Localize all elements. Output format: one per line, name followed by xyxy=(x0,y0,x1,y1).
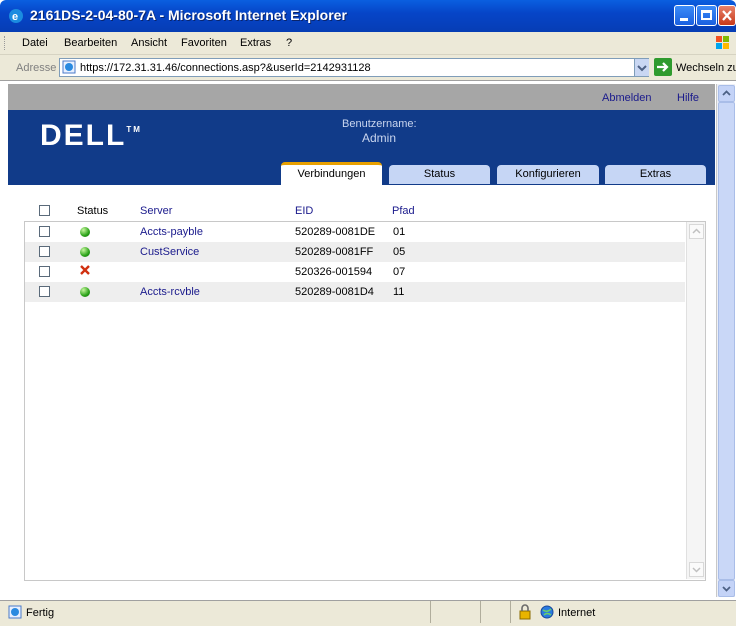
address-dropdown-button[interactable] xyxy=(634,59,649,76)
row-checkbox[interactable] xyxy=(39,246,50,257)
status-online-icon xyxy=(80,287,90,297)
chevron-up-icon xyxy=(692,228,701,234)
status-bar xyxy=(0,600,736,626)
menu-ansicht[interactable]: Ansicht xyxy=(131,37,167,49)
column-header-pfad[interactable]: Pfad xyxy=(392,205,415,217)
status-online-icon xyxy=(80,227,90,237)
column-header-status: Status xyxy=(77,205,109,217)
tab-status[interactable]: Status xyxy=(389,165,490,184)
eid-cell: 520289-0081DE xyxy=(295,226,376,238)
tab-extras[interactable]: Extras xyxy=(605,165,706,184)
scroll-up-button[interactable] xyxy=(689,224,704,239)
menu-datei[interactable]: Datei xyxy=(22,37,48,49)
menu-grip xyxy=(4,36,8,50)
page-scroll-down-button[interactable] xyxy=(718,580,735,597)
eid-cell: 520289-0081D4 xyxy=(295,286,374,298)
username-label: Benutzername: xyxy=(342,118,417,130)
close-button[interactable] xyxy=(718,5,736,26)
column-header-server[interactable]: Server xyxy=(140,205,172,217)
path-cell: 05 xyxy=(393,246,406,258)
menu-bar: Datei Bearbeiten Ansicht Favoriten Extra… xyxy=(0,32,736,55)
chevron-down-icon xyxy=(722,586,731,592)
server-link[interactable]: Accts-payble xyxy=(140,226,203,238)
row-checkbox[interactable] xyxy=(39,266,50,277)
minimize-button[interactable] xyxy=(674,5,695,26)
chevron-down-icon xyxy=(637,65,647,72)
tab-konfigurieren[interactable]: Konfigurieren xyxy=(497,165,599,184)
zone-text: Internet xyxy=(558,607,596,619)
dell-logo: DELLTM xyxy=(40,119,142,152)
maximize-button[interactable] xyxy=(696,5,717,26)
path-cell: 01 xyxy=(393,226,406,238)
maximize-icon xyxy=(701,10,712,20)
scroll-down-button[interactable] xyxy=(689,562,704,577)
go-label[interactable]: Wechseln zu xyxy=(676,62,736,74)
select-all-checkbox[interactable] xyxy=(39,205,50,216)
page-done-icon xyxy=(8,605,22,619)
chevron-up-icon xyxy=(722,90,731,96)
table-scrollbar[interactable] xyxy=(686,222,705,579)
minimize-icon xyxy=(680,18,688,21)
row-checkbox[interactable] xyxy=(39,226,50,237)
menu-favoriten[interactable]: Favoriten xyxy=(181,37,227,49)
close-icon xyxy=(722,10,732,21)
arrow-right-icon xyxy=(657,62,669,72)
internet-globe-icon xyxy=(540,605,554,619)
path-cell: 07 xyxy=(393,266,406,278)
lock-icon[interactable] xyxy=(518,604,532,620)
row-checkbox[interactable] xyxy=(39,286,50,297)
address-label: Adresse xyxy=(16,62,57,74)
page-icon xyxy=(62,60,76,74)
title-bar: e 2161DS-2-04-80-7A - Microsoft Internet… xyxy=(0,0,736,32)
svg-text:e: e xyxy=(12,11,18,23)
server-link[interactable]: CustService xyxy=(140,246,199,258)
status-offline-icon xyxy=(79,263,91,280)
status-divider xyxy=(480,601,481,623)
ie-icon: e xyxy=(8,8,24,24)
page-scrollbar[interactable] xyxy=(716,84,735,597)
chevron-down-icon xyxy=(692,567,701,573)
windows-flag-icon xyxy=(714,34,732,52)
server-link[interactable]: Accts-rcvble xyxy=(140,286,200,298)
menu-bearbeiten[interactable]: Bearbeiten xyxy=(64,37,117,49)
menu-help[interactable]: ? xyxy=(286,37,292,49)
status-text: Fertig xyxy=(26,607,55,619)
go-button[interactable] xyxy=(654,58,672,76)
status-divider xyxy=(510,601,511,623)
column-header-eid[interactable]: EID xyxy=(295,205,313,217)
logout-link[interactable]: Abmelden xyxy=(602,92,652,104)
eid-cell: 520326-001594 xyxy=(295,266,373,278)
page-scroll-thumb[interactable] xyxy=(718,102,735,580)
eid-cell: 520289-0081FF xyxy=(295,246,374,258)
tab-verbindungen[interactable]: Verbindungen xyxy=(281,162,382,186)
status-divider xyxy=(430,601,431,623)
help-link[interactable]: Hilfe xyxy=(677,92,699,104)
path-cell: 11 xyxy=(393,286,405,298)
status-online-icon xyxy=(80,247,90,257)
window-title: 2161DS-2-04-80-7A - Microsoft Internet E… xyxy=(30,7,347,23)
page-scroll-up-button[interactable] xyxy=(718,85,735,102)
username-value: Admin xyxy=(362,131,397,145)
address-url: https://172.31.31.46/connections.asp?&us… xyxy=(80,62,371,74)
menu-extras[interactable]: Extras xyxy=(240,37,271,49)
